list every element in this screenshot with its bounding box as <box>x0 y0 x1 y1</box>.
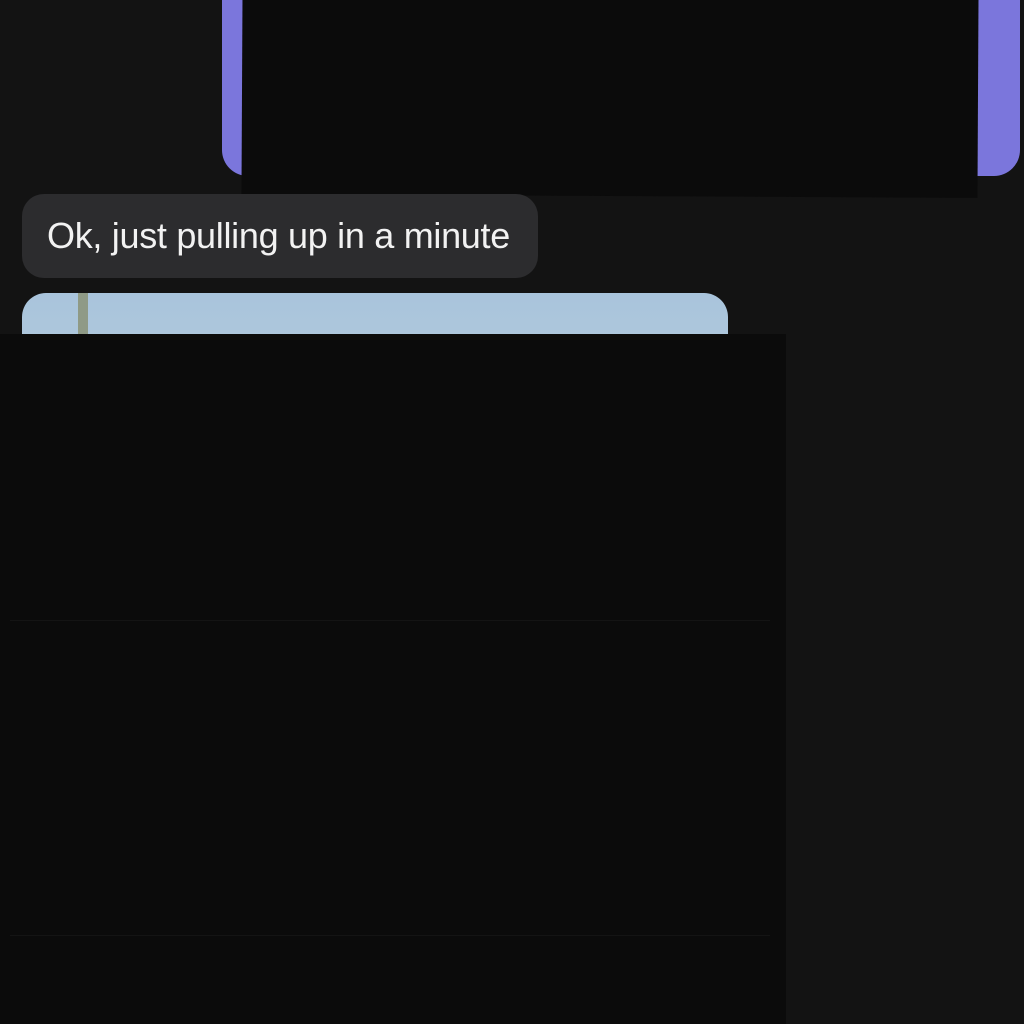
received-message-text: Ok, just pulling up in a minute <box>47 215 510 256</box>
received-message-bubble[interactable]: Ok, just pulling up in a minute <box>22 194 538 278</box>
redaction-seam <box>10 935 770 936</box>
chat-screen: Ok, just pulling up in a minute <box>0 0 1024 1024</box>
redaction-block-sent-message <box>241 0 979 198</box>
redaction-seam <box>10 620 770 621</box>
redaction-block-image <box>0 334 786 1024</box>
